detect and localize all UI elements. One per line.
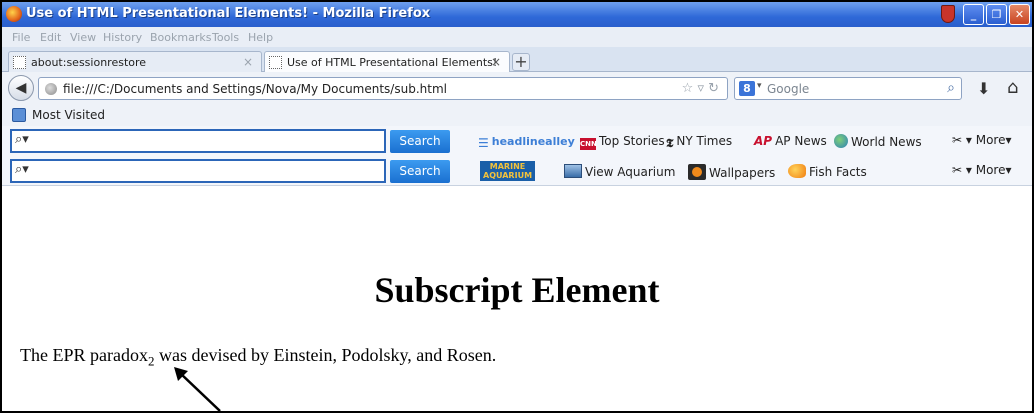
close-tab-icon[interactable]: × bbox=[491, 55, 501, 69]
maximize-button[interactable]: ❐ bbox=[986, 4, 1007, 25]
paragraph: The EPR paradox2 was devised by Einstein… bbox=[20, 345, 496, 370]
search-icon[interactable]: ⌕ bbox=[947, 80, 955, 96]
menu-bookmarks[interactable]: Bookmarks bbox=[150, 31, 211, 44]
ap-news-link[interactable]: AP AP News bbox=[754, 134, 827, 148]
tools-icon: ✂ ▾ bbox=[952, 163, 976, 177]
toolbar-search-input[interactable]: ⌕▾ bbox=[10, 129, 386, 153]
close-tab-icon[interactable]: × bbox=[243, 55, 253, 69]
menu-bar: File Edit View History Bookmarks Tools H… bbox=[2, 27, 1032, 47]
toolbar-search-button[interactable]: Search bbox=[390, 130, 450, 153]
wallpapers-link[interactable]: Wallpapers bbox=[688, 164, 775, 180]
bookmarks-bar: Most Visited bbox=[2, 104, 1032, 126]
page-icon bbox=[269, 56, 282, 69]
window-title: Use of HTML Presentational Elements! - M… bbox=[26, 6, 431, 21]
toolbar-search-button[interactable]: Search bbox=[390, 160, 450, 183]
menu-view[interactable]: View bbox=[70, 31, 96, 44]
image-icon bbox=[564, 164, 582, 178]
home-icon[interactable]: ⌂ bbox=[1007, 77, 1018, 98]
top-stories-link[interactable]: CNN Top Stories bbox=[580, 134, 665, 150]
back-button[interactable]: ◀ bbox=[8, 75, 34, 101]
most-visited-link[interactable]: Most Visited bbox=[32, 108, 105, 122]
menu-edit[interactable]: Edit bbox=[40, 31, 61, 44]
fish-facts-link[interactable]: Fish Facts bbox=[788, 164, 867, 179]
address-bar[interactable]: file:///C:/Documents and Settings/Nova/M… bbox=[38, 77, 728, 100]
firefox-icon bbox=[6, 6, 22, 22]
folder-icon bbox=[12, 108, 26, 122]
navigation-bar: ◀ file:///C:/Documents and Settings/Nova… bbox=[2, 72, 1032, 104]
search-icon[interactable]: ⌕▾ bbox=[15, 132, 29, 147]
window-controls: _ ❐ ✕ bbox=[941, 4, 1030, 25]
tab-label: about:sessionrestore bbox=[31, 56, 147, 69]
tab-bar: about:sessionrestore × Use of HTML Prese… bbox=[2, 47, 1032, 73]
title-bar: Use of HTML Presentational Elements! - M… bbox=[2, 2, 1032, 27]
search-bar[interactable]: 8 ▾ Google ⌕ bbox=[734, 77, 962, 100]
tools-icon: ✂ ▾ bbox=[952, 133, 976, 147]
menu-help[interactable]: Help bbox=[248, 31, 273, 44]
marine-aquarium-toolbar: ⌕▾ Search MARINE AQUARIUM View Aquarium W… bbox=[2, 156, 1032, 186]
marine-label: MARINE bbox=[489, 162, 526, 171]
tab-active[interactable]: Use of HTML Presentational Elements! × bbox=[264, 51, 510, 73]
page-icon bbox=[13, 56, 26, 69]
bookmark-star-icon[interactable]: ☆ ▿ ↻ bbox=[682, 81, 719, 96]
view-aquarium-link[interactable]: View Aquarium bbox=[564, 164, 675, 179]
globe-icon bbox=[45, 83, 57, 95]
toolbar-search-input[interactable]: ⌕▾ bbox=[10, 159, 386, 183]
headlinealley-logo[interactable]: ☰ headlinealley bbox=[478, 134, 575, 150]
shield-icon bbox=[941, 5, 955, 23]
cnn-icon: CNN bbox=[580, 138, 597, 150]
browser-window: Use of HTML Presentational Elements! - M… bbox=[0, 0, 1034, 413]
url-text: file:///C:/Documents and Settings/Nova/M… bbox=[63, 82, 447, 96]
google-icon[interactable]: 8 bbox=[739, 81, 755, 96]
close-button[interactable]: ✕ bbox=[1009, 4, 1030, 25]
minimize-button[interactable]: _ bbox=[963, 4, 984, 25]
page-content: Subscript Element The EPR paradox2 was d… bbox=[2, 187, 1032, 411]
paragraph-text-before: The EPR paradox bbox=[20, 345, 148, 365]
nyt-icon: 𝕿 bbox=[666, 136, 674, 150]
download-icon[interactable]: ⬇ bbox=[977, 79, 990, 98]
wallpaper-icon bbox=[688, 164, 706, 180]
tab-label: Use of HTML Presentational Elements! bbox=[287, 56, 498, 69]
search-input[interactable]: Google bbox=[767, 82, 809, 96]
tab-sessionrestore[interactable]: about:sessionrestore × bbox=[8, 51, 262, 73]
ap-icon: AP bbox=[754, 134, 773, 148]
new-tab-button[interactable]: + bbox=[512, 53, 530, 71]
fish-icon bbox=[788, 164, 806, 178]
menu-file[interactable]: File bbox=[12, 31, 30, 44]
more-menu[interactable]: ✂ ▾ More▾ bbox=[952, 163, 1012, 177]
annotation-arrow bbox=[174, 367, 221, 411]
ny-times-link[interactable]: 𝕿 NY Times bbox=[666, 134, 732, 151]
globe-icon bbox=[834, 134, 848, 148]
paragraph-text-after: was devised by Einstein, Podolsky, and R… bbox=[154, 345, 497, 365]
search-icon[interactable]: ⌕▾ bbox=[15, 162, 29, 177]
news-icon: ☰ bbox=[478, 136, 489, 150]
menu-tools[interactable]: Tools bbox=[212, 31, 239, 44]
aquarium-label: AQUARIUM bbox=[483, 171, 533, 180]
marine-aquarium-logo[interactable]: MARINE AQUARIUM bbox=[480, 161, 536, 181]
chevron-down-icon[interactable]: ▾ bbox=[757, 81, 762, 91]
menu-history[interactable]: History bbox=[103, 31, 142, 44]
world-news-link[interactable]: World News bbox=[834, 134, 922, 149]
more-menu[interactable]: ✂ ▾ More▾ bbox=[952, 133, 1012, 147]
page-heading: Subscript Element bbox=[374, 270, 660, 310]
headlinealley-toolbar: ⌕▾ Search ☰ headlinealley CNN Top Stories … bbox=[2, 126, 1032, 156]
